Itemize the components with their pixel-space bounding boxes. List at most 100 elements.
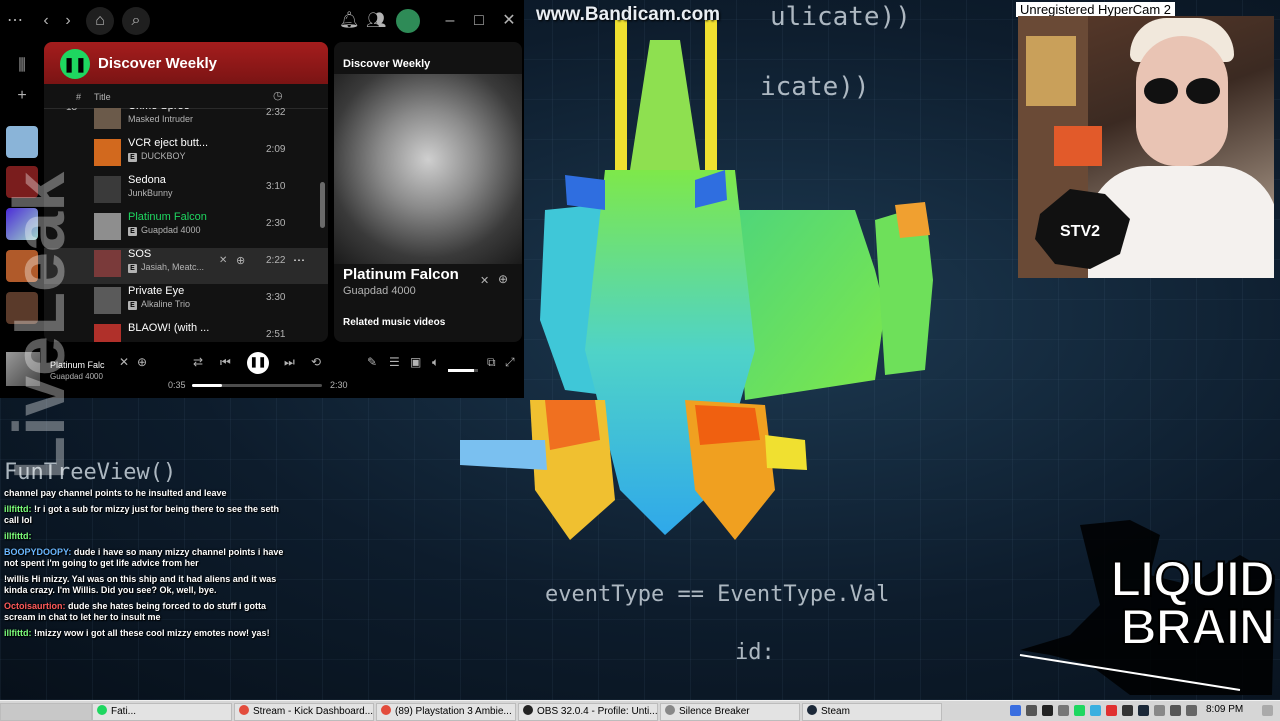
taskbar-app[interactable]: Stream - Kick Dashboard... <box>234 703 374 721</box>
chat-message: illfittd: <box>4 531 294 542</box>
chat-message: illfittd: !r i got a sub for mizzy just … <box>4 504 294 526</box>
track-duration: 2:30 <box>266 218 286 229</box>
shuffle-icon[interactable]: ⇄ <box>193 355 203 369</box>
scrollbar-thumb[interactable] <box>320 182 325 228</box>
taskbar-app[interactable]: Silence Breaker <box>660 703 800 721</box>
chat-message: !willis Hi mizzy. Yal was on this ship a… <box>4 574 294 596</box>
close-icon[interactable]: ✕ <box>480 274 489 287</box>
track-artist-name[interactable]: JunkBunny <box>128 188 173 198</box>
taskbar-app[interactable]: OBS 32.0.4 - Profile: Unti... <box>518 703 658 721</box>
track-title[interactable]: Sedona <box>128 174 166 186</box>
minimize-button[interactable]: – <box>440 11 460 31</box>
tray-icon[interactable] <box>1138 705 1149 716</box>
menu-dots-icon[interactable]: ⋯ <box>5 11 25 31</box>
tray-icon[interactable] <box>1074 705 1085 716</box>
queue-icon[interactable]: ☰ <box>389 355 400 369</box>
track-art <box>94 287 121 314</box>
track-artist[interactable]: E Jasiah, Meatc... <box>128 262 204 273</box>
friend-activity-icon[interactable]: 👥︎ <box>366 11 386 31</box>
chat-username: illfittd: <box>4 504 32 514</box>
back-arrow-icon[interactable]: ‹ <box>36 11 56 31</box>
remove-icon[interactable]: ✕ <box>219 255 227 266</box>
miniplayer-icon[interactable]: ⧉ <box>487 355 496 370</box>
add-to-playlist-icon[interactable]: ⊕ <box>498 272 508 286</box>
add-icon[interactable]: ⊕ <box>137 355 147 369</box>
volume-tray-icon[interactable] <box>1186 705 1197 716</box>
close-icon[interactable]: ✕ <box>119 355 129 369</box>
track-artist-name[interactable]: Masked Intruder <box>128 114 193 124</box>
track-title[interactable]: VCR eject butt... <box>128 137 208 149</box>
progress-bar[interactable] <box>192 384 322 387</box>
maximize-button[interactable]: □ <box>469 11 489 31</box>
now-playing-title[interactable]: Platinum Falcon <box>343 266 459 283</box>
search-button[interactable]: ⌕ <box>122 7 150 35</box>
track-artist[interactable]: E DUCKBOY <box>128 151 186 162</box>
track-artist-name[interactable]: Alkaline Trio <box>141 299 190 309</box>
home-button[interactable]: ⌂ <box>86 7 114 35</box>
add-icon[interactable]: + <box>10 84 34 108</box>
total-time: 2:30 <box>330 380 348 390</box>
track-artist[interactable]: E Guapdad 4000 <box>128 225 201 236</box>
track-title[interactable]: SOS <box>128 248 151 260</box>
repeat-icon[interactable]: ⟲ <box>311 355 321 369</box>
now-playing-artist[interactable]: Guapdad 4000 <box>343 285 416 297</box>
app-icon <box>97 705 107 715</box>
profile-avatar[interactable] <box>396 9 420 33</box>
column-title[interactable]: Title <box>94 92 111 102</box>
tray-icon[interactable] <box>1122 705 1133 716</box>
taskbar-app[interactable]: (89) Playstation 3 Ambie... <box>376 703 516 721</box>
taskbar-app[interactable]: Fati... <box>92 703 232 721</box>
track-artist-name[interactable]: Guapdad 4000 <box>141 225 201 235</box>
tray-icon[interactable] <box>1010 705 1021 716</box>
tray-icon[interactable] <box>1090 705 1101 716</box>
track-artist-name[interactable]: Jasiah, Meatc... <box>141 262 204 272</box>
volume-slider[interactable] <box>448 369 478 372</box>
tray-icon[interactable] <box>1042 705 1053 716</box>
album-art <box>334 74 522 264</box>
track-artist[interactable]: Masked Intruder <box>128 114 193 124</box>
track-title[interactable]: Crime Spree <box>128 108 190 112</box>
explicit-badge: E <box>128 301 137 310</box>
tray-icon[interactable] <box>1154 705 1165 716</box>
track-artist[interactable]: JunkBunny <box>128 188 173 198</box>
tray-icon[interactable] <box>1106 705 1117 716</box>
track-art <box>94 250 121 277</box>
brand-line-1: LIQUID <box>1110 551 1276 607</box>
fullscreen-icon[interactable]: ⤢ <box>505 355 515 370</box>
track-artist[interactable]: E Alkaline Trio <box>128 299 190 310</box>
track-list-header: # Title ◷ <box>44 86 328 109</box>
track-artist-name[interactable]: DUCKBOY <box>141 151 186 161</box>
track-duration: 2:09 <box>266 144 286 155</box>
connect-device-icon[interactable]: ▣ <box>410 355 421 369</box>
volume-icon[interactable]: 🔈︎ <box>432 355 439 370</box>
pause-button[interactable]: ❚❚ <box>247 352 269 374</box>
track-art <box>94 139 121 166</box>
app-icon <box>807 705 817 715</box>
add-to-playlist-icon[interactable]: ⊕ <box>236 254 245 267</box>
scene-code-line: eventType == EventType.Val <box>545 582 890 607</box>
tray-icon[interactable] <box>1026 705 1037 716</box>
taskbar-app[interactable]: Steam <box>802 703 942 721</box>
forward-arrow-icon[interactable]: › <box>58 11 78 31</box>
more-options-icon[interactable]: ⋯ <box>293 253 305 267</box>
library-icon[interactable]: ⫼ <box>10 54 34 78</box>
playlist-header: ❚❚ Discover Weekly <box>44 42 328 84</box>
notifications-bell-icon[interactable]: 🔔︎ <box>339 11 359 31</box>
play-pause-button[interactable]: ❚❚ <box>60 49 90 79</box>
close-button[interactable]: ✕ <box>499 11 519 31</box>
clock[interactable]: 8:09 PM <box>1206 704 1243 715</box>
tray-icon[interactable] <box>1170 705 1181 716</box>
tray-icon[interactable] <box>1058 705 1069 716</box>
track-title[interactable]: Platinum Falcon <box>128 211 207 223</box>
track-title[interactable]: BLAOW! (with ... <box>128 322 209 334</box>
library-item[interactable] <box>6 126 38 158</box>
start-button[interactable] <box>0 703 92 721</box>
lyrics-icon[interactable]: ✎ <box>367 355 377 369</box>
track-title[interactable]: Private Eye <box>128 285 184 297</box>
show-desktop-button[interactable] <box>1262 705 1273 716</box>
next-icon[interactable]: ⏭︎ <box>284 355 295 370</box>
previous-icon[interactable]: ⏮︎ <box>220 355 231 370</box>
taskbar: Fati... Stream - Kick Dashboard... (89) Pl… <box>0 700 1280 721</box>
scene-code-line: id: <box>735 640 775 665</box>
track-row[interactable]: 13 Crime Spree Masked Intruder 2:32 <box>44 108 328 136</box>
